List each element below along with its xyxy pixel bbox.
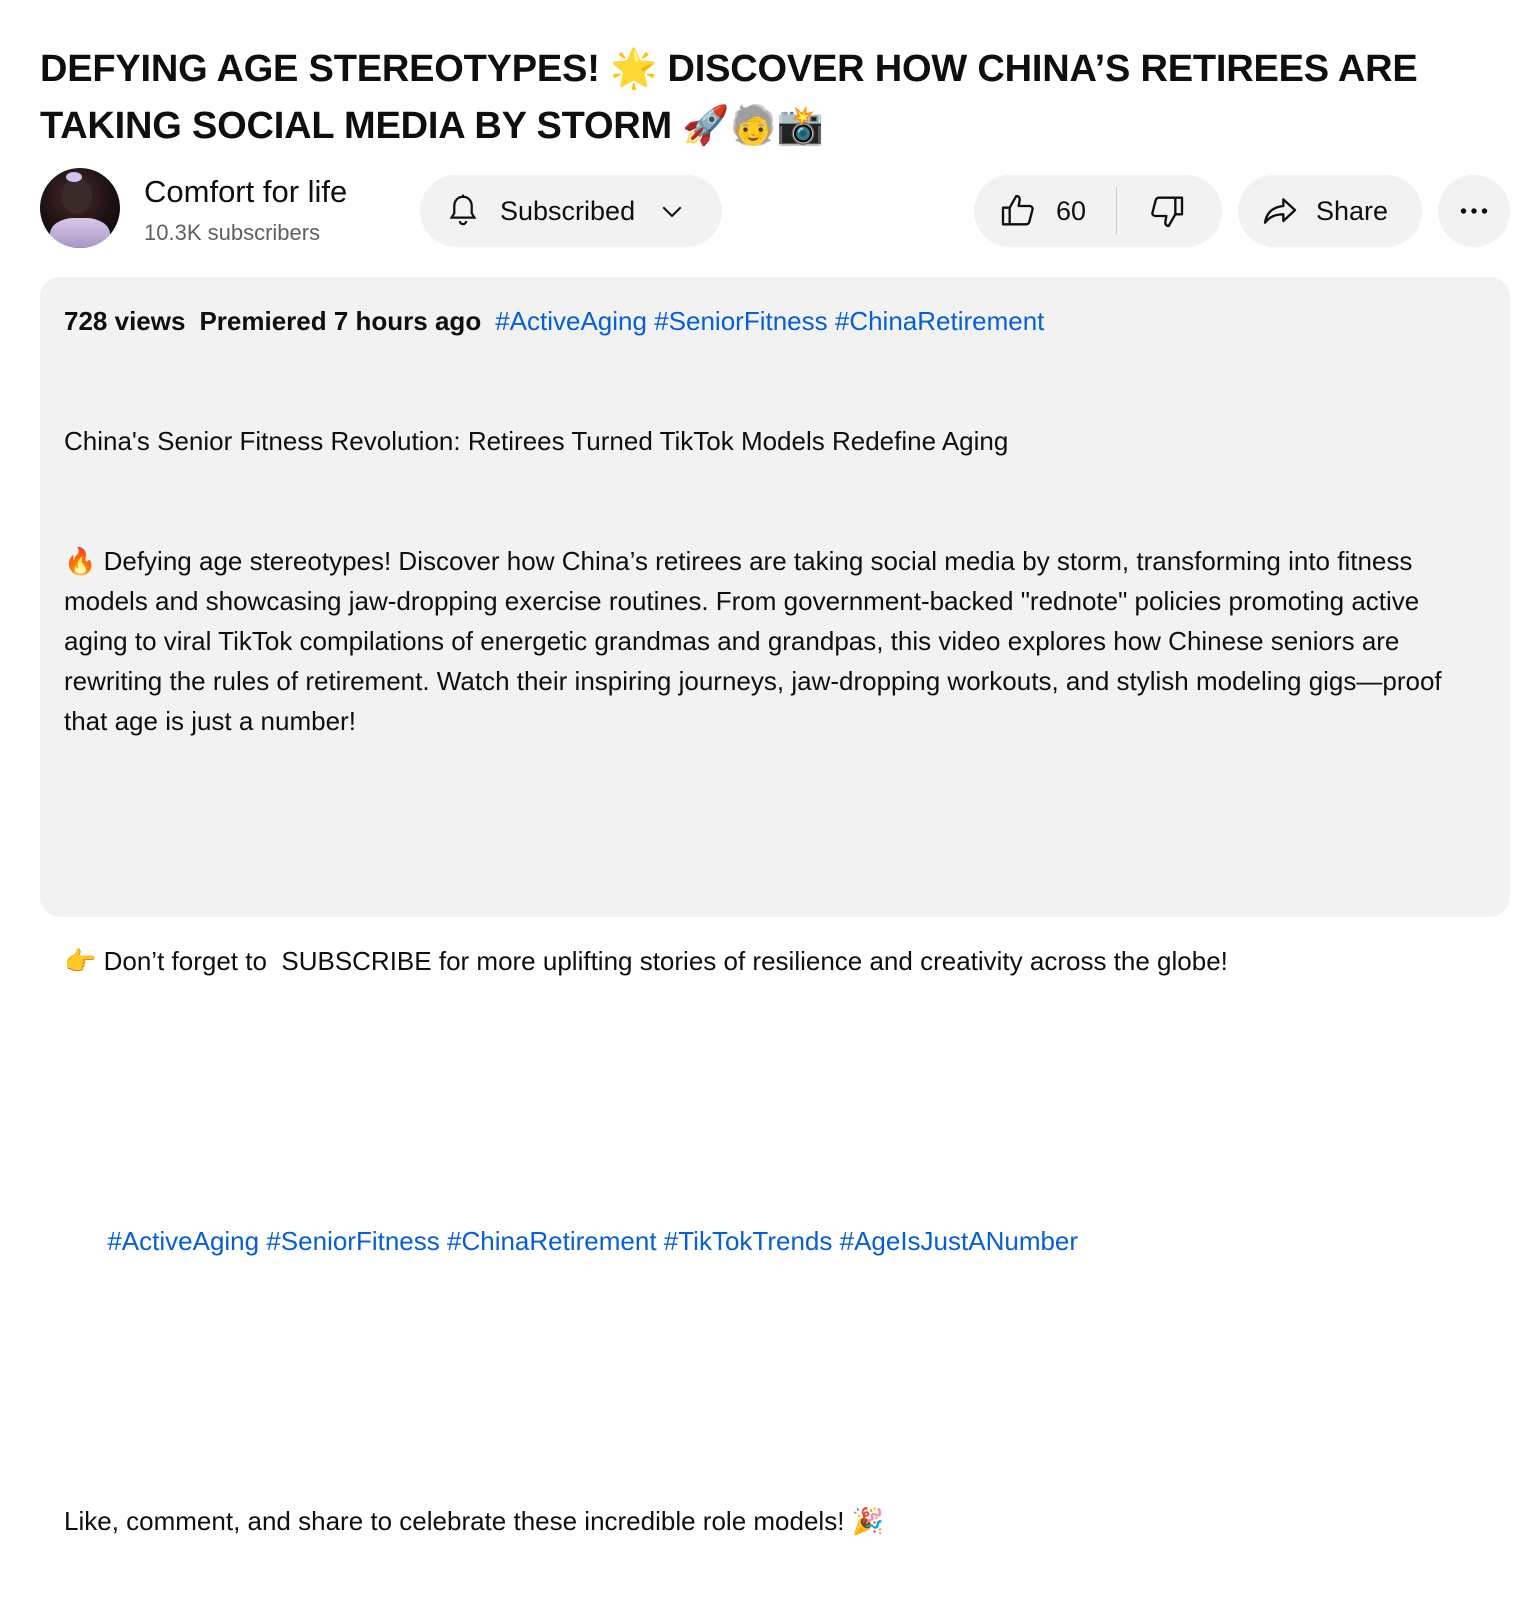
hashtag-line: #ActiveAging #SeniorFitness #ChinaRetire… [64,1181,1486,1301]
description-text: Defying age stereotypes! Discover how Ch… [64,546,1449,736]
subscriber-count: 10.3K subscribers [144,220,321,245]
share-arrow-icon [1260,191,1300,231]
meta-tag-link[interactable]: #SeniorFitness [654,306,827,336]
hashtag-link[interactable]: #SeniorFitness [266,1226,439,1256]
more-actions-button[interactable] [1438,175,1510,247]
hashtag-link[interactable]: #ActiveAging [107,1226,259,1256]
like-dislike-group: 60 [974,175,1222,247]
subscribed-label: Subscribed [500,195,636,226]
channel-name[interactable]: Comfort for life [144,174,347,210]
subscribed-button[interactable]: Subscribed [420,175,722,247]
hashtag-link[interactable]: #ChinaRetirement [447,1226,657,1256]
dislike-button[interactable] [1117,175,1217,247]
description-body: China's Senior Fitness Revolution: Retir… [64,341,1486,1621]
premiere-date: Premiered 7 hours ago [199,306,482,336]
meta-tag-link[interactable]: #ChinaRetirement [835,306,1045,336]
description-box[interactable]: 728 views Premiered 7 hours ago #ActiveAgi… [40,277,1510,1536]
bell-icon [444,191,482,231]
more-dots-icon [1456,193,1492,229]
closing-line: Like, comment, and share to celebrate th… [64,1501,1486,1541]
chevron-down-icon [657,196,687,226]
channel-avatar[interactable] [40,168,120,248]
video-title: DEFYING AGE STEREOTYPES! 🌟 DISCOVER HOW … [40,40,1480,154]
pointing-hand-emoji: 👉 [64,946,97,976]
meta-tag-link[interactable]: #ActiveAging [495,306,647,336]
hashtag-link[interactable]: #TikTokTrends [664,1226,833,1256]
title-text-1: DEFYING AGE STEREOTYPES! [40,48,611,90]
share-label: Share [1316,195,1389,226]
rocket-elder-camera-emoji: 🚀🧓📸 [682,103,824,147]
hashtag-link[interactable]: #AgeIsJustANumber [840,1226,1078,1256]
owner-row: Comfort for life 10.3K subscribers Subsc… [40,168,1510,248]
star-emoji: 🌟 [610,46,658,90]
description-headline: China's Senior Fitness Revolution: Retir… [64,426,1009,456]
party-popper-emoji: 🎉 [851,1506,885,1536]
like-button[interactable]: 60 [974,175,1116,247]
description-meta: 728 views Premiered 7 hours ago #ActiveAgi… [64,301,1486,341]
like-count: 60 [1056,195,1087,226]
description-paragraph: 🔥 Defying age stereotypes! Discover how … [64,541,1486,741]
reminder-text: Don’t forget to SUBSCRIBE for more uplif… [96,946,1228,976]
fire-emoji: 🔥 [64,546,97,576]
thumbs-up-icon [998,191,1038,231]
subscribe-reminder: 👉 Don’t forget to SUBSCRIBE for more upl… [64,941,1486,981]
share-button[interactable]: Share [1238,175,1422,247]
thumbs-down-icon [1147,191,1187,231]
closing-text: Like, comment, and share to celebrate th… [64,1506,852,1536]
view-count: 728 views [64,306,186,336]
